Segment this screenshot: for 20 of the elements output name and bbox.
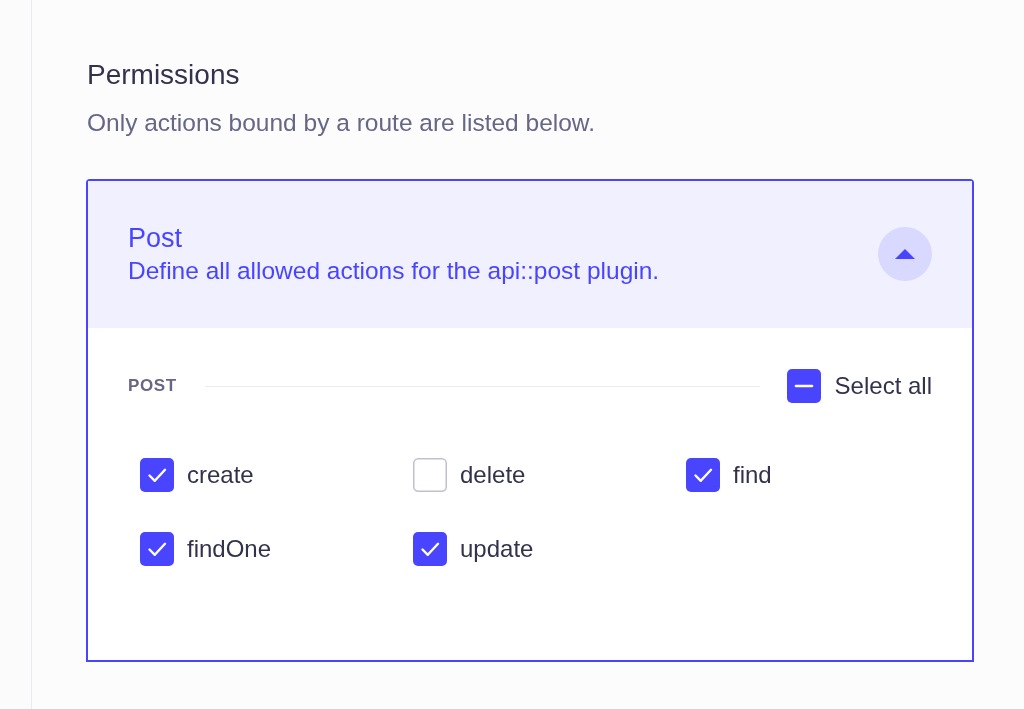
section-subtitle: Only actions bound by a route are listed below. bbox=[87, 108, 596, 138]
accordion-header[interactable]: Post Define all allowed actions for the api::post plugin. bbox=[88, 181, 972, 328]
checkbox[interactable] bbox=[413, 458, 447, 492]
checkbox[interactable] bbox=[413, 532, 447, 566]
section-title: Permissions bbox=[87, 58, 241, 92]
checkbox-label[interactable]: update bbox=[460, 532, 534, 566]
checkbox-label[interactable]: find bbox=[733, 458, 772, 492]
collapse-button[interactable] bbox=[878, 227, 932, 281]
checkbox-label[interactable]: create bbox=[187, 458, 254, 492]
checkbox[interactable] bbox=[140, 458, 174, 492]
checkbox-label[interactable]: delete bbox=[460, 458, 526, 492]
group-label: POST bbox=[128, 375, 177, 397]
accordion-description: Define all allowed actions for the api::post plugin. bbox=[128, 256, 660, 286]
checkbox[interactable] bbox=[786, 369, 821, 403]
accordion-title: Post bbox=[128, 222, 184, 254]
checkbox-label[interactable]: findOne bbox=[187, 532, 272, 566]
checkbox[interactable] bbox=[686, 458, 720, 492]
caret-up-icon bbox=[895, 249, 915, 259]
checkbox[interactable] bbox=[140, 532, 174, 566]
checkbox-label[interactable]: Select all bbox=[834, 369, 932, 403]
